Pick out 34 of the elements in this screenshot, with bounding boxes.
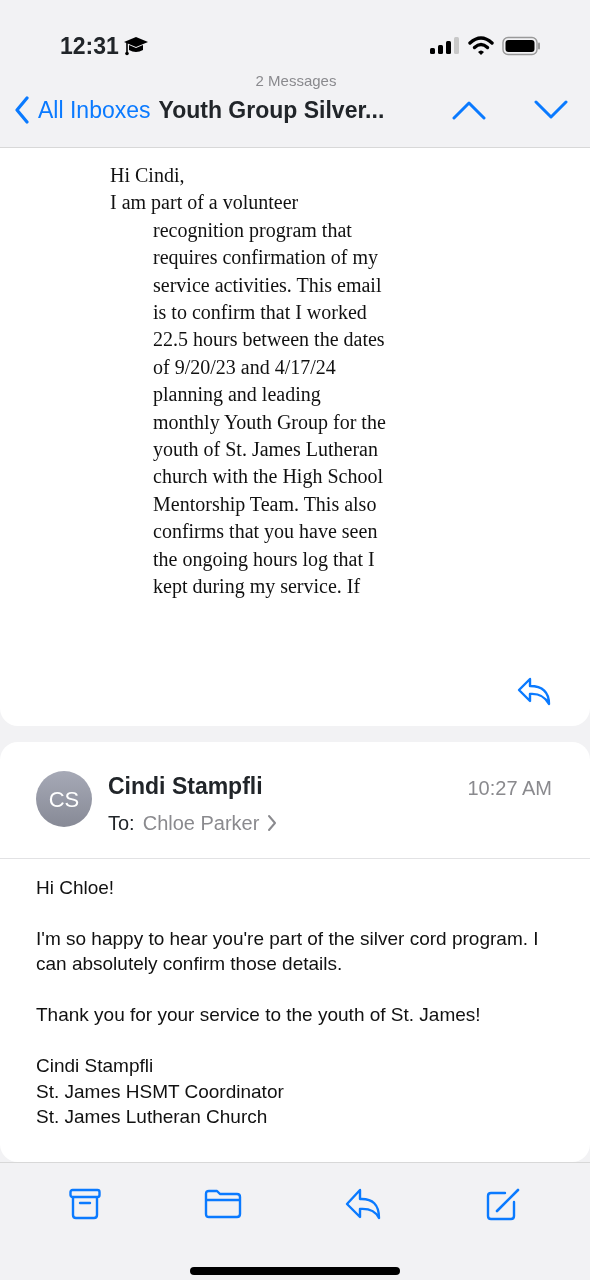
chevron-right-icon — [267, 813, 278, 832]
quoted-message-text: Hi Cindi, I am part of a volunteer recognition program that requires confirmation of my service activities. This email is to confirm that I worked 22.5 hours between the dates of 9/20/23 and 4/17/24 planning and leading monthly Youth Group for the youth of St. James Lutheran church with the High School Mentorship Team. This also confirms that you have seen the ongoing hours log that I kept during my service. If — [110, 163, 387, 600]
reply-button[interactable] — [516, 676, 552, 706]
back-button[interactable]: All Inboxes — [14, 92, 151, 127]
message-count: 2 Messages — [254, 71, 338, 91]
compose-icon — [484, 1187, 521, 1221]
graduation-cap-icon — [122, 34, 149, 58]
message-paragraph: Cindi Stampfli St. James HSMT Coordinator St. James Lutheran Church — [36, 1054, 285, 1129]
archive-box-icon — [69, 1188, 102, 1220]
message-time: 10:27 AM — [467, 776, 552, 801]
recipient-link[interactable]: Chloe Parker — [142, 807, 278, 838]
next-message-button[interactable] — [534, 99, 568, 120]
wifi-icon — [468, 36, 494, 56]
to-label: To: — [108, 810, 135, 836]
sender-name: Cindi Stampfli — [108, 772, 264, 801]
folder-icon — [203, 1189, 242, 1219]
thread-title: Youth Group Silver... — [158, 95, 385, 125]
avatar: CS — [36, 771, 92, 827]
status-time: 12:31 — [60, 31, 119, 61]
back-chevron-icon — [14, 95, 30, 124]
message-paragraph: I'm so happy to hear you're part of the silver cord program. I can absolutely confirm those details. — [36, 926, 540, 976]
reply-all-button[interactable] — [344, 1187, 383, 1221]
chevron-up-icon — [452, 99, 486, 120]
reply-icon — [516, 676, 552, 706]
move-to-folder-button[interactable] — [203, 1187, 242, 1221]
message-paragraph: Thank you for your service to the youth of St. James! — [36, 1003, 482, 1027]
compose-button[interactable] — [484, 1187, 521, 1221]
message-paragraph: Hi Chloe! — [36, 875, 116, 900]
previous-message-button[interactable] — [452, 99, 486, 120]
archive-button[interactable] — [69, 1187, 102, 1221]
reply-icon — [344, 1188, 383, 1220]
chevron-down-icon — [534, 99, 568, 120]
signal-icon — [430, 37, 460, 55]
battery-icon — [502, 36, 542, 56]
